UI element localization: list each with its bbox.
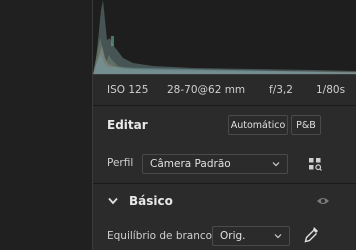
chevron-down-icon <box>274 234 282 239</box>
edit-panel: ISO 125 28-70@62 mm f/3,2 1/80s Editar A… <box>92 0 356 250</box>
profile-browser-icon[interactable] <box>308 157 322 171</box>
chevron-down-icon <box>272 162 280 167</box>
shutter-value: 1/80s <box>316 84 346 96</box>
white-balance-select[interactable]: Orig. <box>212 226 290 246</box>
editar-title: Editar <box>107 118 148 132</box>
eye-icon[interactable] <box>316 196 330 206</box>
basico-title: Básico <box>129 194 173 208</box>
editar-header: Editar Automático P&B <box>93 106 356 146</box>
white-balance-label: Equilíbrio de branco <box>107 230 213 242</box>
profile-select-value: Câmera Padrão <box>150 158 231 170</box>
profile-select[interactable]: Câmera Padrão <box>142 154 288 174</box>
white-balance-row: Equilíbrio de branco Orig. <box>93 220 356 250</box>
image-canvas-area <box>0 0 92 250</box>
profile-label: Perfil <box>107 157 134 169</box>
basico-header[interactable]: Básico <box>93 184 356 220</box>
histogram <box>93 0 356 75</box>
iso-value: ISO 125 <box>107 84 149 96</box>
chevron-down-icon[interactable] <box>107 196 119 206</box>
eyedropper-icon[interactable] <box>304 226 320 244</box>
auto-button[interactable]: Automático <box>228 115 288 135</box>
exif-info-bar: ISO 125 28-70@62 mm f/3,2 1/80s <box>93 75 356 106</box>
histogram-graph <box>93 0 356 74</box>
bw-button[interactable]: P&B <box>291 115 321 135</box>
aperture-value: f/3,2 <box>269 84 293 96</box>
profile-row: Perfil Câmera Padrão <box>93 147 356 183</box>
lens-value: 28-70@62 mm <box>167 84 246 96</box>
white-balance-value: Orig. <box>220 230 246 242</box>
